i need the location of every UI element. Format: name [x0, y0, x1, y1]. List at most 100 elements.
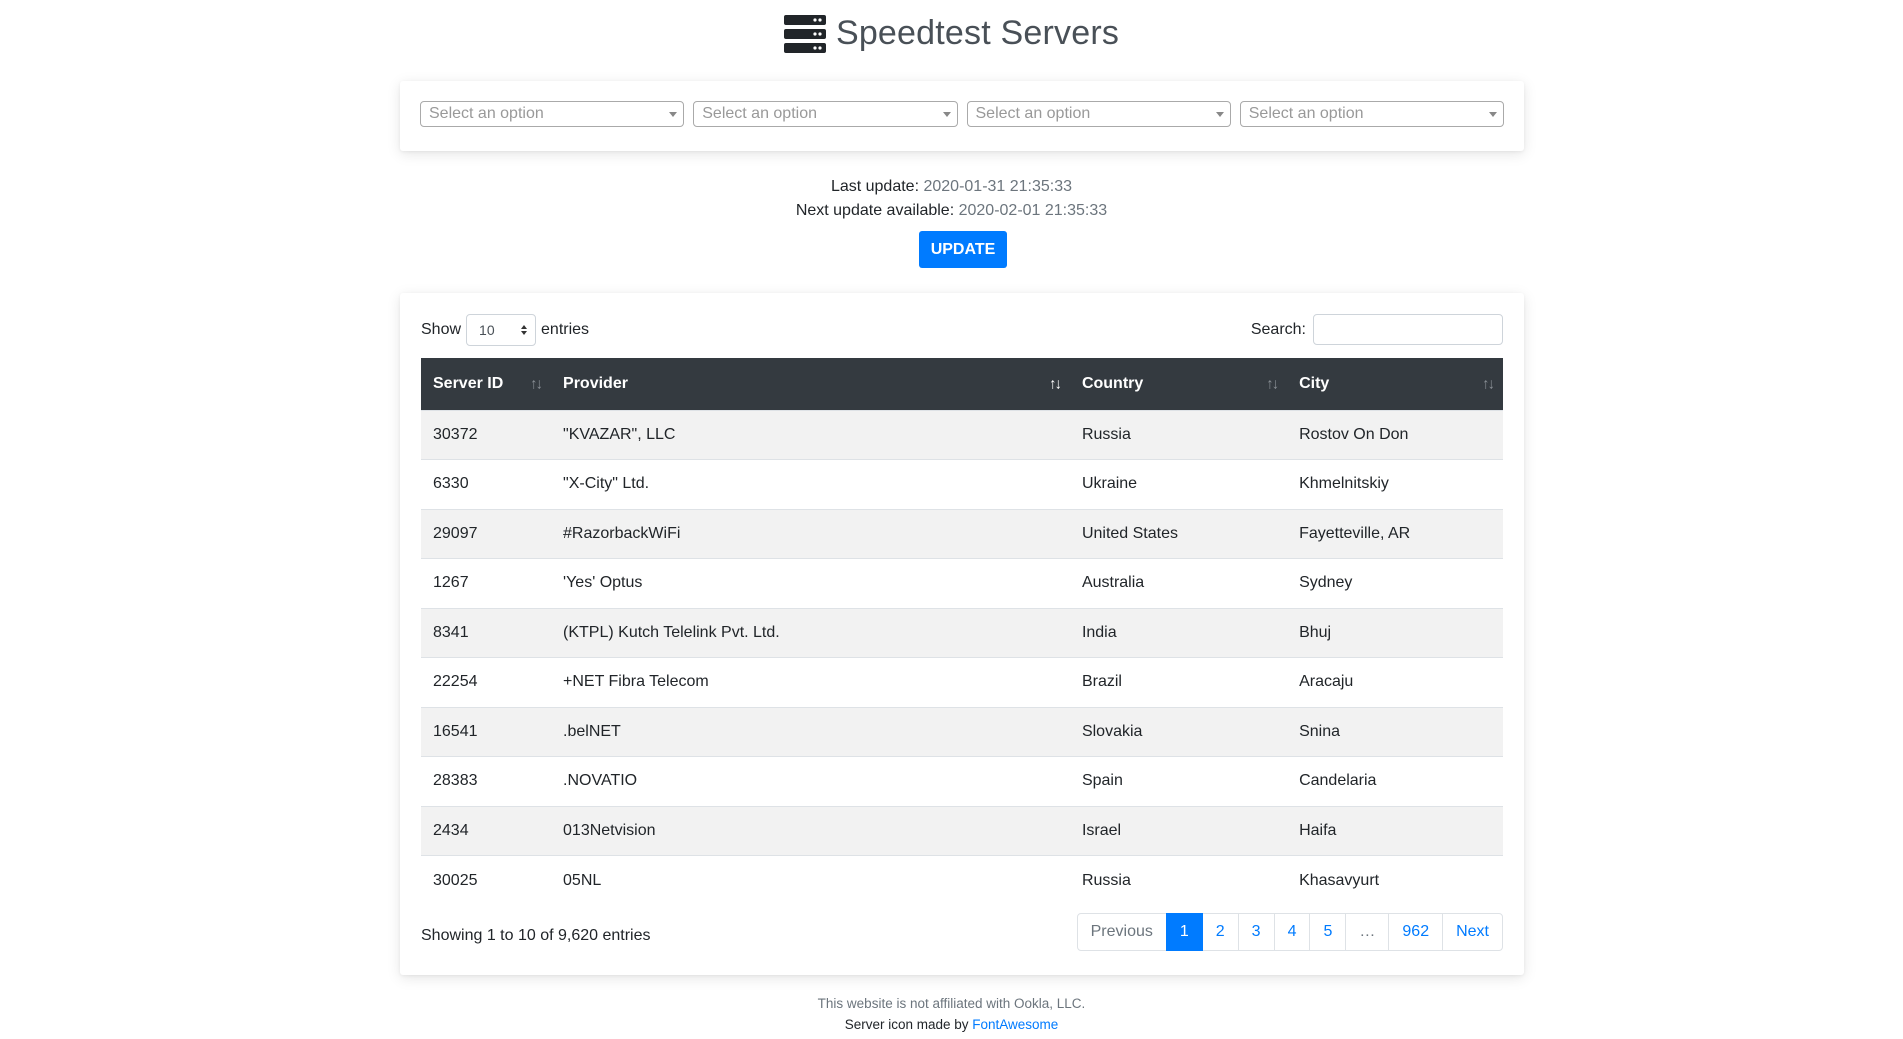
table-row: 29097 #RazorbackWiFi United States Fayettev… — [421, 509, 1503, 559]
search-label: Search: — [1250, 320, 1306, 338]
cell-country: India — [1081, 623, 1117, 641]
filter-select-3-placeholder: Select an option — [975, 105, 1091, 122]
entries-per-page-select[interactable]: 10 — [466, 314, 537, 346]
sort-icon: ↑↓ — [1266, 375, 1279, 393]
table-header-row: Server ID ↑↓ Provider ↑↓ Country ↑↓ City ↑↓ — [421, 358, 1503, 410]
cell-city: Candelaria — [1299, 772, 1377, 790]
filter-select-2-placeholder: Select an option — [702, 105, 817, 122]
pagination-page-3[interactable]: 3 — [1237, 913, 1275, 951]
table-row: 22254 +NET Fibra Telecom Brazil Aracaju — [421, 657, 1503, 708]
fontawesome-link[interactable]: FontAwesome — [972, 1017, 1058, 1032]
filter-select-3[interactable]: Select an option — [966, 101, 1231, 127]
cell-country: Slovakia — [1081, 722, 1143, 740]
last-update-value: 2020-01-31 21:35:33 — [923, 178, 1073, 195]
cell-server-id: 29097 — [433, 524, 478, 542]
page-length-control: Show 10 entries — [421, 314, 589, 346]
cell-provider: #RazorbackWiFi — [563, 524, 681, 542]
entries-label: entries — [541, 321, 590, 338]
table-row: 6330 "X-City" Ltd. Ukraine Khmelnitskiy — [421, 459, 1503, 510]
dropdown-arrow-icon — [669, 111, 678, 117]
column-header-label: Country — [1081, 374, 1144, 392]
filter-panel: Select an option Select an option Select… — [400, 81, 1524, 151]
cell-provider: .belNET — [563, 722, 621, 740]
dropdown-arrow-icon — [942, 111, 951, 117]
cell-server-id: 30025 — [433, 871, 478, 889]
cell-city: Rostov On Don — [1299, 425, 1409, 443]
column-header-provider[interactable]: Provider ↑↓ — [551, 358, 1070, 410]
footer-disclaimer: This website is not affiliated with Ookl… — [817, 996, 1086, 1011]
cell-provider: (KTPL) Kutch Telelink Pvt. Ltd. — [563, 623, 780, 641]
filter-select-2[interactable]: Select an option — [693, 101, 958, 127]
cell-server-id: 30372 — [433, 425, 478, 443]
cell-city: Snina — [1299, 722, 1340, 740]
cell-provider: "X-City" Ltd. — [563, 475, 650, 493]
servers-table-panel: Show 10 entries Search: Server ID ↑↓ Prov… — [400, 293, 1524, 975]
table-row: 16541 .belNET Slovakia Snina — [421, 707, 1503, 757]
table-row: 1267 'Yes' Optus Australia Sydney — [421, 558, 1503, 609]
cell-server-id: 6330 — [433, 475, 469, 493]
cell-country: United States — [1081, 524, 1178, 542]
table-info: Showing 1 to 10 of 9,620 entries — [421, 927, 651, 944]
column-header-city[interactable]: City ↑↓ — [1287, 358, 1503, 410]
filter-select-1-placeholder: Select an option — [429, 105, 544, 122]
pagination-previous[interactable]: Previous — [1076, 913, 1167, 951]
cell-country: Brazil — [1081, 673, 1122, 691]
cell-country: Russia — [1081, 425, 1131, 443]
cell-provider: "KVAZAR", LLC — [563, 425, 676, 443]
dropdown-arrow-icon — [1215, 111, 1224, 117]
update-button[interactable]: UPDATE — [919, 231, 1007, 268]
cell-city: Bhuj — [1299, 623, 1332, 641]
column-header-country[interactable]: Country ↑↓ — [1070, 358, 1287, 410]
cell-country: Ukraine — [1081, 475, 1138, 493]
pagination-ellipsis: … — [1345, 913, 1390, 951]
pagination-page-1[interactable]: 1 — [1165, 913, 1203, 951]
cell-provider: +NET Fibra Telecom — [563, 673, 709, 691]
cell-server-id: 1267 — [433, 574, 469, 592]
cell-city: Sydney — [1299, 574, 1353, 592]
cell-server-id: 8341 — [433, 623, 469, 641]
pagination-page-last[interactable]: 962 — [1388, 913, 1444, 951]
pagination-page-5[interactable]: 5 — [1309, 913, 1347, 951]
pagination: Previous 1 2 3 4 5 … 962 Next — [1076, 913, 1503, 951]
page-header: Speedtest Servers — [0, 14, 1903, 53]
cell-country: Australia — [1081, 574, 1145, 592]
next-update: Next update available: 2020-02-01 21:35:… — [0, 199, 1903, 223]
next-update-value: 2020-02-01 21:35:33 — [958, 202, 1108, 219]
cell-city: Khmelnitskiy — [1299, 475, 1389, 493]
server-icon — [783, 14, 826, 53]
column-header-server-id[interactable]: Server ID ↑↓ — [421, 358, 551, 410]
column-header-label: City — [1299, 374, 1330, 392]
sort-icon: ↑↓ — [1482, 375, 1495, 393]
cell-city: Haifa — [1299, 821, 1337, 839]
cell-provider: 013Netvision — [563, 821, 656, 839]
footer-credit: Server icon made by FontAwesome — [0, 1014, 1903, 1035]
filter-select-4-placeholder: Select an option — [1248, 105, 1364, 122]
cell-provider: 05NL — [563, 871, 602, 889]
table-row: 8341 (KTPL) Kutch Telelink Pvt. Ltd. India… — [421, 608, 1503, 658]
cell-server-id: 2434 — [433, 821, 469, 839]
last-update: Last update: 2020-01-31 21:35:33 — [0, 175, 1903, 199]
page-footer: This website is not affiliated with Ookl… — [0, 993, 1903, 1035]
cell-city: Aracaju — [1299, 673, 1354, 691]
pagination-page-2[interactable]: 2 — [1201, 913, 1239, 951]
cell-server-id: 16541 — [433, 722, 478, 740]
cell-city: Fayetteville, AR — [1299, 524, 1411, 542]
update-info: Last update: 2020-01-31 21:35:33 Next up… — [0, 175, 1903, 223]
filter-select-1[interactable]: Select an option — [420, 101, 685, 127]
table-row: 28383 .NOVATIO Spain Candelaria — [421, 756, 1503, 807]
search-input[interactable] — [1313, 314, 1503, 345]
entries-per-page-value: 10 — [479, 322, 495, 338]
pagination-next[interactable]: Next — [1442, 913, 1503, 951]
filter-select-4[interactable]: Select an option — [1239, 101, 1504, 127]
cell-server-id: 28383 — [433, 772, 478, 790]
cell-country: Russia — [1081, 871, 1131, 889]
cell-country: Spain — [1081, 772, 1123, 790]
pagination-page-4[interactable]: 4 — [1273, 913, 1311, 951]
search-control: Search: — [1251, 314, 1503, 345]
cell-provider: .NOVATIO — [563, 772, 638, 790]
cell-country: Israel — [1081, 821, 1122, 839]
servers-table: Server ID ↑↓ Provider ↑↓ Country ↑↓ City ↑↓ … — [421, 358, 1503, 905]
column-header-label: Server ID — [433, 374, 504, 392]
next-update-label: Next update available: — [795, 202, 955, 219]
cell-server-id: 22254 — [433, 673, 478, 691]
